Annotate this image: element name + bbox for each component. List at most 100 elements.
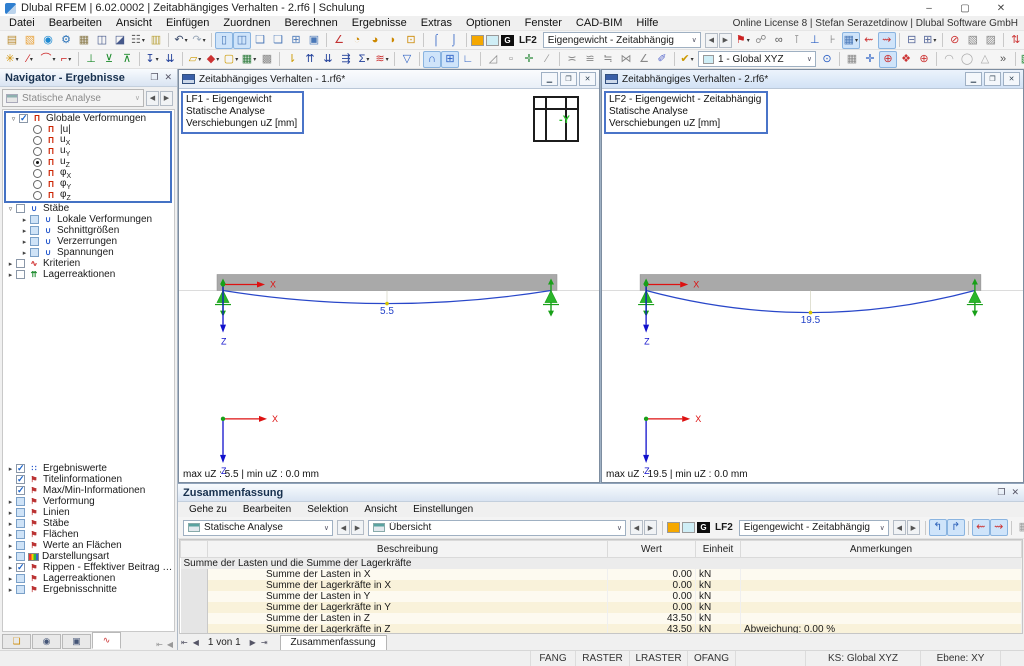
tree-item[interactable]: ▸Darstellungsart xyxy=(3,551,174,562)
new-load-case[interactable]: ∠ xyxy=(330,32,348,49)
show-result-values[interactable]: ⇝ xyxy=(990,519,1008,536)
menu-berechnen[interactable]: Berechnen xyxy=(278,17,345,29)
print[interactable]: ☷▾ xyxy=(129,32,147,49)
save[interactable]: ◫ xyxy=(93,32,111,49)
prev-arrow-icon[interactable]: ◀ xyxy=(630,520,643,535)
viewport-restore-icon[interactable]: ❐ xyxy=(560,72,577,86)
show-axes[interactable]: ⊥ xyxy=(806,32,824,49)
assign-loads[interactable]: ⇂ xyxy=(283,51,301,68)
next-loadcase-button[interactable]: ▶ xyxy=(160,91,173,106)
window-tables[interactable]: ⊞ xyxy=(287,32,305,49)
tab-results[interactable]: ∿ xyxy=(92,632,121,649)
settings-gear[interactable]: ⚙ xyxy=(57,32,75,49)
expand-arrow-icon[interactable]: ▿ xyxy=(8,115,19,123)
expand-arrow-icon[interactable]: ▸ xyxy=(5,531,16,539)
next-arrow-icon[interactable]: ▶ xyxy=(351,520,364,535)
view-cube[interactable]: -Y xyxy=(533,96,579,142)
tree-item[interactable]: ▸∪Spannungen xyxy=(3,247,174,258)
table-row[interactable]: Summe der Lagerkräfte in X0.00kN xyxy=(181,580,1022,591)
prev-arrow-icon[interactable]: ◀ xyxy=(337,520,350,535)
new-solid[interactable]: ◆▾ xyxy=(204,51,222,68)
background-settings[interactable]: ▧▾ xyxy=(1019,51,1024,68)
expand-arrow-icon[interactable]: ▸ xyxy=(19,227,30,235)
calculate[interactable]: Σ▾ xyxy=(355,51,373,68)
tree-item[interactable]: ▸⚑Flächen xyxy=(3,529,174,540)
expand-arrow-icon[interactable]: ▸ xyxy=(19,216,30,224)
snap-objects[interactable]: ∩ xyxy=(423,51,441,68)
tree-item[interactable]: ▸∷Ergebniswerte xyxy=(3,463,174,474)
tree-item[interactable]: Π|u| xyxy=(6,124,170,135)
result-filter-flag[interactable]: ⚑▾ xyxy=(734,32,752,49)
summary-table-container[interactable]: BeschreibungWertEinheitAnmerkungenSumme … xyxy=(179,539,1023,634)
divide-member[interactable]: ∠ xyxy=(635,51,653,68)
insert-arc[interactable]: ⌒▾ xyxy=(39,51,57,68)
checkbox[interactable] xyxy=(16,259,25,268)
analysis-type-combo[interactable]: Statische Analyse∨ xyxy=(183,520,333,536)
next-arrow-icon[interactable]: ▶ xyxy=(719,33,732,48)
menu-datei[interactable]: Datei xyxy=(2,17,42,29)
new-surface[interactable]: ▱▾ xyxy=(186,51,204,68)
expand-arrow-icon[interactable]: ▸ xyxy=(5,564,16,572)
imperfection-case[interactable]: ◗ xyxy=(384,32,402,49)
insert-member-hinge[interactable]: ⊼ xyxy=(118,51,136,68)
guideline-y[interactable]: ⌡ xyxy=(445,32,463,49)
tree-item[interactable]: ▸⚑Ergebnisschnitte xyxy=(3,584,174,595)
radio-button[interactable] xyxy=(33,125,42,134)
insert-line-support[interactable]: ⊻ xyxy=(100,51,118,68)
window-maximize[interactable]: ▣ xyxy=(305,32,323,49)
navigator-close-icon[interactable]: ✕ xyxy=(164,72,172,83)
analysis-type-dropdown[interactable]: Statische Analyse ∨ xyxy=(2,89,144,107)
tab-views[interactable]: ▣ xyxy=(62,634,91,649)
checkbox[interactable] xyxy=(16,519,25,528)
viewport-1-titlebar[interactable]: Zeitabhängiges Verhalten - 1.rf6* ▁ ❐ ✕ xyxy=(179,70,599,89)
table-view-combo[interactable]: Übersicht∨ xyxy=(368,520,626,536)
tab-panel-control[interactable]: ❏ xyxy=(2,634,31,649)
connect-members[interactable]: ⋈ xyxy=(617,51,635,68)
tree-item[interactable]: ⚑Max/Min-Informationen xyxy=(3,485,174,496)
plane-locate[interactable]: ⊙ xyxy=(818,51,836,68)
dlubal-connect[interactable]: ◉ xyxy=(39,32,57,49)
checkbox[interactable] xyxy=(16,541,25,550)
view-in-x[interactable]: ⇅ xyxy=(1007,32,1024,49)
tree-item[interactable]: ΠuZ xyxy=(6,157,170,168)
column-header-wert[interactable]: Wert xyxy=(608,541,696,558)
column-header-einheit[interactable]: Einheit xyxy=(696,541,741,558)
window-cascade[interactable]: ❏ xyxy=(269,32,287,49)
orbit-view[interactable]: ◯ xyxy=(958,51,976,68)
table-row[interactable]: Summe der Lasten in X0.00kN xyxy=(181,569,1022,580)
insert-node[interactable]: ✳▾ xyxy=(3,51,21,68)
window-vertical-split[interactable]: ▯ xyxy=(215,32,233,49)
tree-item[interactable]: ⚑Titelinformationen xyxy=(3,474,174,485)
table-columns[interactable]: ▦ xyxy=(1015,519,1024,536)
checkbox[interactable] xyxy=(30,226,39,235)
summary-menu-einstellungen[interactable]: Einstellungen xyxy=(405,504,481,515)
expand-arrow-icon[interactable]: ▸ xyxy=(5,271,16,279)
minimize-button[interactable]: – xyxy=(911,1,947,16)
expand-arrow-icon[interactable]: ▸ xyxy=(19,249,30,257)
undo[interactable]: ↶▾ xyxy=(172,32,190,49)
table-row[interactable]: Summe der Lasten in Y0.00kN xyxy=(181,591,1022,602)
menu-ergebnisse[interactable]: Ergebnisse xyxy=(345,17,414,29)
loadcase-combo[interactable]: Eigengewicht - Zeitabhängig∨ xyxy=(543,32,701,48)
tree-item[interactable]: ▿∪Stäbe xyxy=(3,203,174,214)
menu-optionen[interactable]: Optionen xyxy=(459,17,518,29)
section-row[interactable]: Summe der Lasten und die Summe der Lager… xyxy=(181,558,1022,570)
checkbox[interactable] xyxy=(16,204,25,213)
tab-zusammenfassung[interactable]: Zusammenfassung xyxy=(280,635,387,650)
navigator-tab-scroll[interactable]: ⇤◀ xyxy=(156,640,175,649)
tree-item[interactable]: ▸∪Schnittgrößen xyxy=(3,225,174,236)
expand-arrow-icon[interactable]: ▸ xyxy=(5,509,16,517)
radio-button[interactable] xyxy=(33,191,42,200)
menu-cad-bim[interactable]: CAD-BIM xyxy=(569,17,629,29)
zoom-window[interactable]: ⊕ xyxy=(915,51,933,68)
move-copy[interactable]: ✛ xyxy=(520,51,538,68)
loads-on-nodes[interactable]: ⇈ xyxy=(301,51,319,68)
snap-toggle-ofang[interactable]: OFANG xyxy=(688,651,736,666)
checkbox[interactable] xyxy=(16,574,25,583)
show-result-diagrams[interactable]: ⇜ xyxy=(972,519,990,536)
menu-zuordnen[interactable]: Zuordnen xyxy=(216,17,277,29)
new-model[interactable]: ▤ xyxy=(3,32,21,49)
viewport-minimize-icon[interactable]: ▁ xyxy=(965,72,982,86)
view-glasses[interactable]: ∞ xyxy=(770,32,788,49)
insert-member[interactable]: ⌐▾ xyxy=(57,51,75,68)
